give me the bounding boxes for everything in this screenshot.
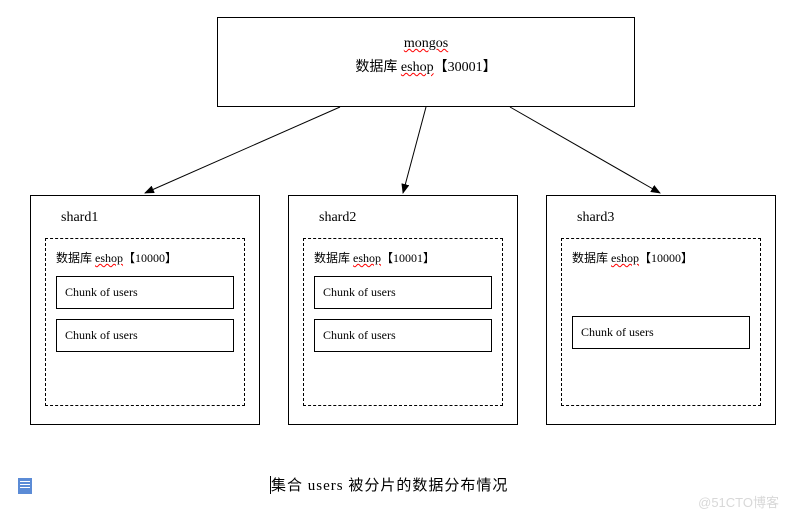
shard1-chunk2: Chunk of users: [56, 319, 234, 352]
shard1-chunk1: Chunk of users: [56, 276, 234, 309]
document-icon: [18, 478, 32, 494]
shard1-db-box: 数据库 eshop【10000】 Chunk of users Chunk of…: [45, 238, 245, 406]
shard2-title: shard2: [319, 210, 503, 226]
shard2-chunk2: Chunk of users: [314, 319, 492, 352]
shard3-db-label: 数据库 eshop【10000】: [572, 249, 750, 266]
shard3-db-box: 数据库 eshop【10000】 Chunk of users: [561, 238, 761, 406]
shard1-db-label: 数据库 eshop【10000】: [56, 249, 234, 266]
shard2-chunk1: Chunk of users: [314, 276, 492, 309]
shard1-box: shard1 数据库 eshop【10000】 Chunk of users C…: [30, 195, 260, 425]
shard3-box: shard3 数据库 eshop【10000】 Chunk of users: [546, 195, 776, 425]
shard2-db-box: 数据库 eshop【10001】 Chunk of users Chunk of…: [303, 238, 503, 406]
arrow-shard1: [145, 107, 340, 193]
shard3-chunk1: Chunk of users: [572, 316, 750, 349]
arrow-shard3: [510, 107, 660, 193]
caption: 集合 users 被分片的数据分布情况: [270, 474, 508, 495]
eshop-text: eshop: [401, 60, 434, 75]
shard2-box: shard2 数据库 eshop【10001】 Chunk of users C…: [288, 195, 518, 425]
shard3-title: shard3: [577, 210, 761, 226]
diagram-canvas: mongos 数据库 eshop【30001】 shard1 数据库 eshop…: [0, 0, 789, 517]
shard1-title: shard1: [61, 210, 245, 226]
arrow-shard2: [403, 107, 426, 193]
mongos-title: mongos: [218, 36, 634, 52]
shard2-db-label: 数据库 eshop【10001】: [314, 249, 492, 266]
watermark: @51CTO博客: [698, 492, 779, 511]
caption-text: 集合 users 被分片的数据分布情况: [271, 478, 508, 494]
mongos-box: mongos 数据库 eshop【30001】: [217, 17, 635, 107]
mongos-db-label: 数据库 eshop【30001】: [355, 60, 496, 75]
